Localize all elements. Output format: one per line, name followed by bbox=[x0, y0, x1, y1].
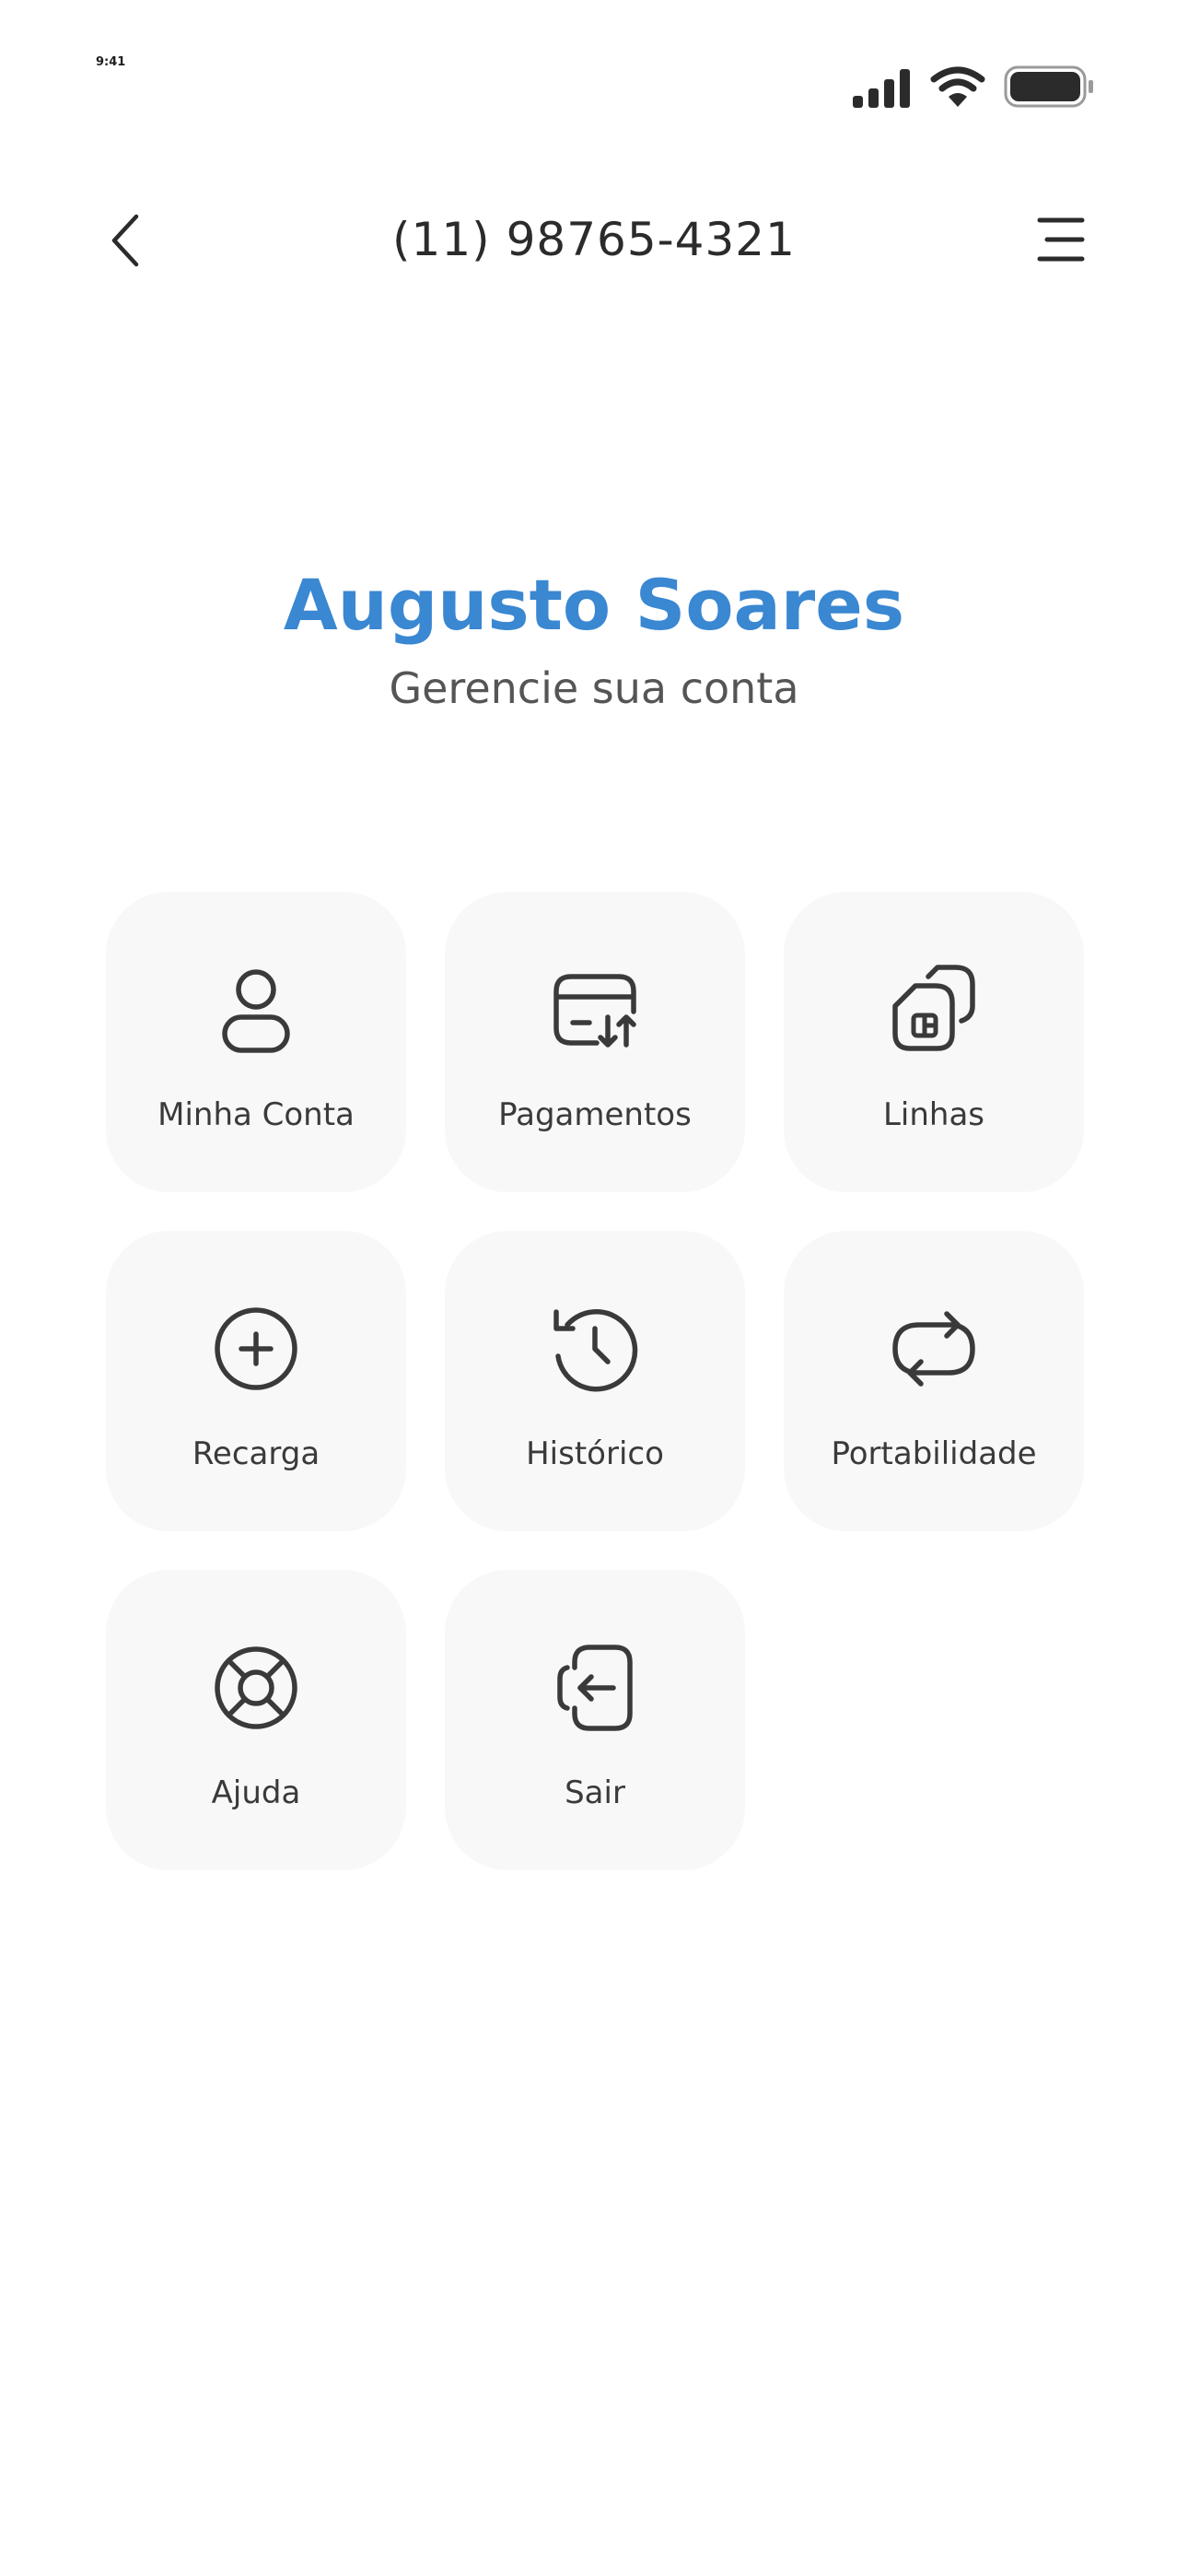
tile-label: Pagamentos bbox=[498, 1096, 692, 1133]
menu-tile-sair[interactable]: Sair bbox=[445, 1570, 745, 1870]
tile-label: Recarga bbox=[192, 1435, 320, 1472]
status-bar: 9:41 bbox=[0, 0, 1188, 138]
tile-label: Portabilidade bbox=[831, 1435, 1037, 1472]
menu-tile-ajuda[interactable]: Ajuda bbox=[106, 1570, 406, 1870]
repeat-arrows-icon bbox=[888, 1303, 980, 1395]
menu-tile-minha-conta[interactable]: Minha Conta bbox=[106, 892, 406, 1192]
tile-label: Minha Conta bbox=[157, 1096, 355, 1133]
logout-icon bbox=[549, 1642, 641, 1734]
tile-label: Histórico bbox=[526, 1435, 664, 1472]
page-title: (11) 98765-4321 bbox=[392, 213, 796, 266]
menu-grid: Minha Conta Pagamentos Linhas Recarga Hi… bbox=[106, 892, 1084, 1870]
plus-circle-icon bbox=[210, 1303, 302, 1395]
menu-button[interactable] bbox=[1030, 210, 1090, 269]
menu-tile-recarga[interactable]: Recarga bbox=[106, 1231, 406, 1531]
lifebuoy-icon bbox=[210, 1642, 302, 1734]
menu-tile-historico[interactable]: Histórico bbox=[445, 1231, 745, 1531]
tile-label: Sair bbox=[565, 1774, 625, 1811]
history-clock-icon bbox=[549, 1303, 641, 1395]
wifi-icon bbox=[930, 66, 985, 109]
tile-label: Ajuda bbox=[211, 1774, 301, 1811]
hamburger-menu-icon bbox=[1034, 216, 1086, 263]
status-time: 9:41 bbox=[96, 55, 126, 69]
profile-subtitle: Gerencie sua conta bbox=[389, 663, 799, 713]
card-transfer-icon bbox=[549, 964, 641, 1056]
menu-tile-linhas[interactable]: Linhas bbox=[784, 892, 1084, 1192]
profile-name: Augusto Soares bbox=[283, 564, 905, 646]
header: (11) 98765-4321 bbox=[0, 184, 1188, 295]
user-icon bbox=[210, 964, 302, 1056]
tile-label: Linhas bbox=[882, 1096, 985, 1133]
menu-tile-portabilidade[interactable]: Portabilidade bbox=[784, 1231, 1084, 1531]
cellular-signal-icon bbox=[851, 66, 914, 109]
battery-icon bbox=[1004, 64, 1096, 109]
menu-tile-pagamentos[interactable]: Pagamentos bbox=[445, 892, 745, 1192]
sim-cards-icon bbox=[888, 964, 980, 1056]
